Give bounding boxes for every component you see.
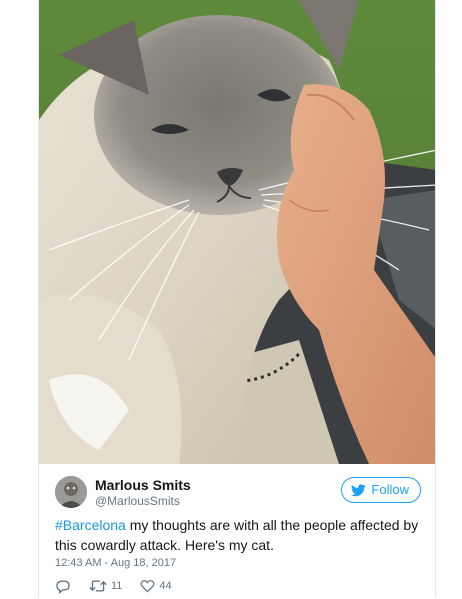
tweet-text: #Barcelona my thoughts are with all the … bbox=[55, 515, 423, 555]
cat-photo-illustration bbox=[39, 0, 435, 464]
follow-button[interactable]: Follow bbox=[341, 477, 421, 503]
like-button[interactable]: 44 bbox=[140, 579, 172, 593]
tweet-header: Marlous Smits @MarlousSmits Follow bbox=[55, 476, 421, 510]
display-name[interactable]: Marlous Smits bbox=[95, 477, 191, 494]
like-count: 44 bbox=[159, 580, 172, 592]
reply-button[interactable] bbox=[55, 579, 71, 594]
embedded-tweet: Marlous Smits @MarlousSmits Follow #Barc… bbox=[38, 0, 436, 598]
avatar-image bbox=[55, 476, 87, 508]
follow-label: Follow bbox=[371, 482, 409, 497]
retweet-count: 11 bbox=[111, 580, 123, 592]
screen-name[interactable]: @MarlousSmits bbox=[95, 494, 191, 509]
retweet-icon bbox=[89, 580, 107, 592]
avatar[interactable] bbox=[55, 476, 87, 508]
tweet-timestamp[interactable]: 12:43 AM - Aug 18, 2017 bbox=[55, 556, 176, 570]
tweet-actions: 11 44 bbox=[55, 577, 190, 595]
twitter-bird-icon bbox=[351, 483, 367, 496]
retweet-button[interactable]: 11 bbox=[89, 579, 122, 593]
tweet-photo[interactable] bbox=[39, 0, 435, 464]
heart-icon bbox=[140, 580, 155, 593]
reply-icon bbox=[56, 580, 70, 594]
author-block[interactable]: Marlous Smits @MarlousSmits bbox=[95, 477, 191, 509]
hashtag-link[interactable]: #Barcelona bbox=[55, 517, 126, 533]
